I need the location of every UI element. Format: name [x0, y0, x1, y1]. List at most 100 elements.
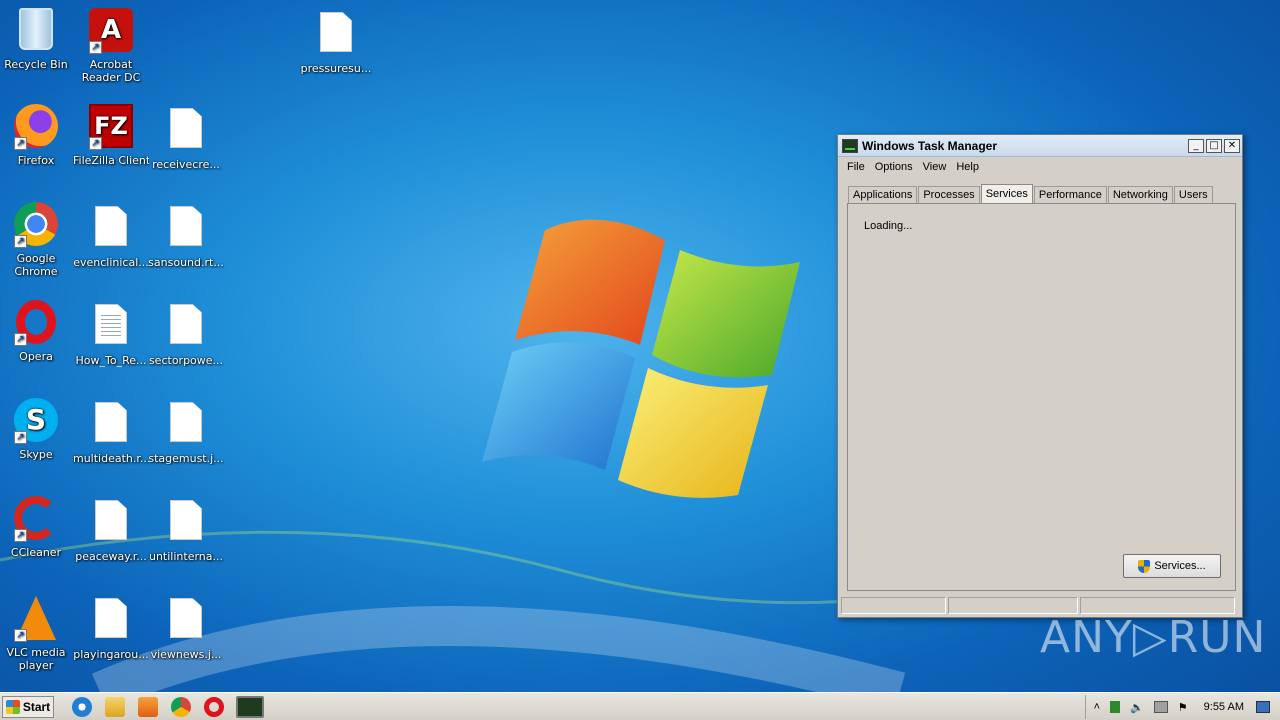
- recycle-bin-icon: [12, 8, 60, 56]
- file-icon: [162, 500, 210, 548]
- icon-label: viewnews.j...: [150, 648, 222, 661]
- desktop-icon-file[interactable]: pressuresu...: [298, 8, 374, 75]
- file-icon: [87, 402, 135, 450]
- desktop-icon-text-file[interactable]: How_To_Re...: [73, 300, 149, 367]
- desktop-icon-file[interactable]: sectorpowe...: [148, 300, 224, 367]
- flag-icon[interactable]: ⚑: [1178, 701, 1188, 714]
- icon-label: sectorpowe...: [148, 354, 224, 367]
- desktop-icon-vlc[interactable]: ↗ VLC media player: [0, 594, 74, 672]
- firefox-icon: ↗: [12, 104, 60, 152]
- ie-icon[interactable]: [72, 696, 92, 717]
- desktop-icon-file[interactable]: untilinterna...: [148, 496, 224, 563]
- shield-icon: [1138, 559, 1151, 573]
- anyrun-watermark: ANY▷RUN: [1040, 612, 1267, 663]
- icon-label: evenclinical...: [73, 256, 149, 269]
- icon-label: stagemust.j...: [148, 452, 224, 465]
- desktop-icon-file[interactable]: evenclinical...: [73, 202, 149, 269]
- network-icon[interactable]: [1153, 701, 1168, 713]
- icon-label: playingarou...: [73, 648, 149, 661]
- performance-meter-icon[interactable]: [1110, 701, 1121, 713]
- desktop-icon-ccleaner[interactable]: ↗ CCleaner: [0, 496, 74, 559]
- desktop-icon-chrome[interactable]: ↗ Google Chrome: [0, 202, 74, 278]
- desktop-icon-file[interactable]: multideath.r...: [73, 398, 149, 465]
- desktop-icon-recycle-bin[interactable]: Recycle Bin: [0, 8, 74, 71]
- file-icon: [87, 500, 135, 548]
- menu-bar: File Options View Help: [838, 157, 1242, 177]
- text-file-icon: [87, 304, 135, 352]
- icon-label: sansound.rt...: [148, 256, 224, 269]
- opera-icon: ↗: [12, 300, 60, 348]
- icon-label: untilinterna...: [148, 550, 223, 563]
- ccleaner-icon: ↗: [12, 496, 60, 544]
- services-button-label: Services...: [1154, 560, 1206, 572]
- start-button[interactable]: Start: [2, 695, 54, 718]
- file-icon: [162, 304, 210, 352]
- menu-view[interactable]: View: [918, 161, 952, 173]
- desktop-icon-file[interactable]: sansound.rt...: [148, 202, 224, 269]
- task-manager-window: Windows Task Manager _ □ ✕ File Options …: [837, 134, 1243, 618]
- desktop-icon-file[interactable]: stagemust.j...: [148, 398, 224, 465]
- status-pane: [841, 597, 946, 614]
- icon-label: VLC media player: [6, 646, 66, 672]
- task-manager-icon: [842, 138, 858, 153]
- windows-flag-icon: [5, 699, 20, 714]
- icon-label: pressuresu...: [300, 62, 372, 75]
- icon-label: Google Chrome: [14, 252, 58, 278]
- task-manager-taskbar-icon[interactable]: [236, 695, 264, 718]
- chevron-up-icon[interactable]: ˄: [1094, 701, 1100, 713]
- chrome-icon: ↗: [12, 202, 60, 250]
- window-title: Windows Task Manager: [862, 138, 998, 153]
- filezilla-icon: FZ ↗: [87, 104, 135, 152]
- icon-label: Opera: [19, 350, 53, 363]
- file-icon: [162, 598, 210, 646]
- skype-icon: S ↗: [12, 398, 60, 446]
- opera-icon[interactable]: [204, 696, 224, 717]
- media-player-icon[interactable]: [138, 696, 158, 717]
- clock[interactable]: 9:55 AM: [1204, 701, 1244, 713]
- desktop-icon-file[interactable]: playingarou...: [73, 594, 149, 661]
- file-icon: [162, 206, 210, 254]
- taskbar: Start ˄ 🔈 ⚑ 9:55 AM: [0, 692, 1280, 720]
- icon-label: peaceway.r...: [75, 550, 147, 563]
- close-button[interactable]: ✕: [1224, 138, 1240, 153]
- file-icon: [87, 206, 135, 254]
- vlc-icon: ↗: [12, 596, 60, 644]
- title-bar[interactable]: Windows Task Manager _ □ ✕: [838, 135, 1242, 157]
- icon-label: receivecre...: [152, 158, 220, 171]
- desktop-icon-opera[interactable]: ↗ Opera: [0, 300, 74, 363]
- desktop-icon-firefox[interactable]: ↗ Firefox: [0, 104, 74, 167]
- system-tray: ˄ 🔈 ⚑ 9:55 AM: [1084, 695, 1280, 719]
- minimize-button[interactable]: _: [1188, 138, 1204, 153]
- services-button[interactable]: Services...: [1123, 554, 1221, 578]
- desktop-icon-acrobat[interactable]: A ↗ Acrobat Reader DC: [73, 8, 149, 84]
- icon-label: How_To_Re...: [75, 354, 147, 367]
- start-label: Start: [22, 699, 51, 714]
- volume-icon[interactable]: 🔈: [1130, 701, 1144, 714]
- file-icon: [162, 108, 210, 156]
- tab-strip: Applications Processes Services Performa…: [848, 183, 1214, 206]
- icon-label: Skype: [19, 448, 53, 461]
- file-icon: [162, 402, 210, 450]
- desktop-icon-file[interactable]: receivecre...: [148, 104, 224, 171]
- acrobat-icon: A ↗: [87, 8, 135, 56]
- icon-label: Recycle Bin: [4, 58, 68, 71]
- icon-label: FileZilla Client: [73, 154, 149, 167]
- explorer-icon[interactable]: [105, 696, 125, 717]
- file-icon: [312, 12, 360, 60]
- menu-file[interactable]: File: [842, 161, 870, 173]
- services-panel: Loading... Services...: [847, 203, 1236, 591]
- menu-options[interactable]: Options: [870, 161, 918, 173]
- loading-text: Loading...: [864, 220, 913, 232]
- desktop-icon-file[interactable]: peaceway.r...: [73, 496, 149, 563]
- show-desktop-icon[interactable]: [1256, 701, 1270, 713]
- desktop-icon-file[interactable]: viewnews.j...: [148, 594, 224, 661]
- menu-help[interactable]: Help: [951, 161, 984, 173]
- icon-label: Firefox: [17, 154, 55, 167]
- desktop-icon-skype[interactable]: S ↗ Skype: [0, 398, 74, 461]
- desktop-icon-filezilla[interactable]: FZ ↗ FileZilla Client: [73, 104, 149, 167]
- icon-label: Acrobat Reader DC: [81, 58, 141, 84]
- icon-label: multideath.r...: [73, 452, 149, 465]
- chrome-icon[interactable]: [171, 696, 191, 717]
- icon-label: CCleaner: [10, 546, 62, 559]
- maximize-button[interactable]: □: [1206, 138, 1222, 153]
